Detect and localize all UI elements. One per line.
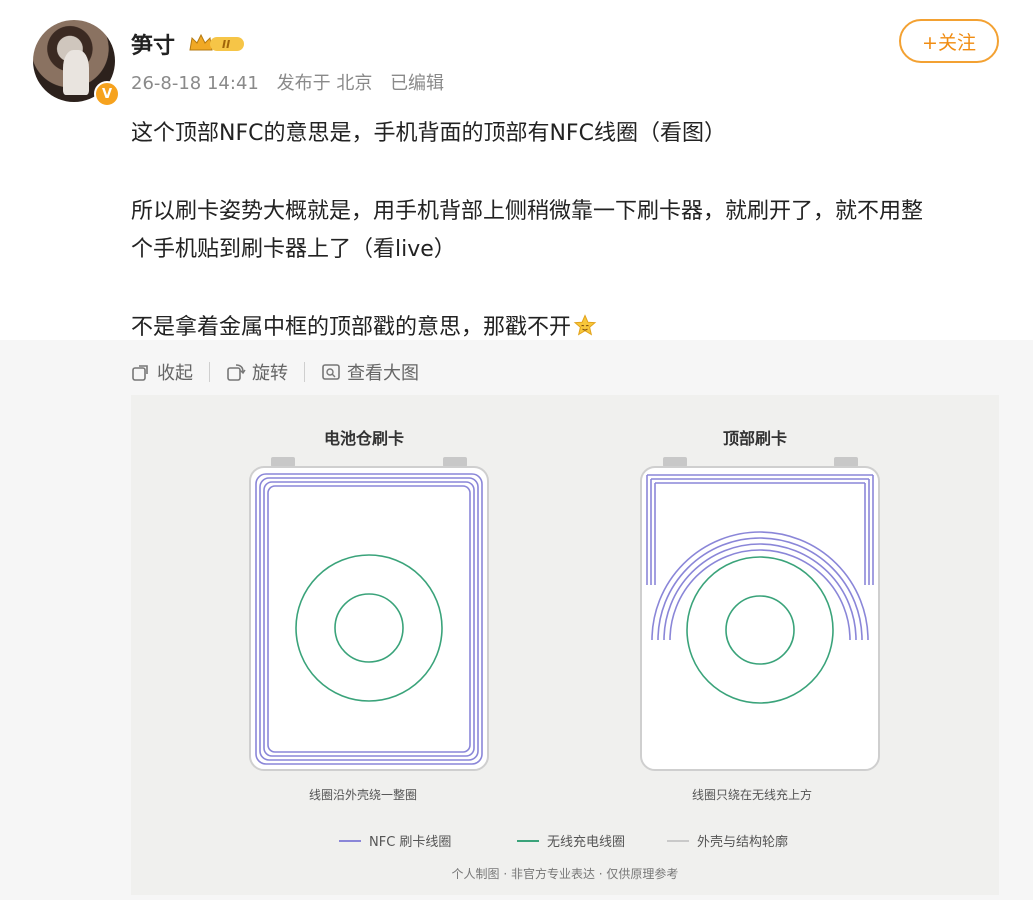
crown-level-badge-icon[interactable]: II bbox=[188, 32, 246, 54]
verified-badge-icon: V bbox=[94, 81, 120, 107]
post-time: 26-8-18 14:41 bbox=[131, 73, 259, 94]
post-text-line-4-content: 不是拿着金属中框的顶部戳的意思，那戳不开 bbox=[131, 315, 572, 340]
star-face-emoji-icon bbox=[573, 314, 597, 336]
collapse-button[interactable]: 收起 bbox=[131, 359, 209, 385]
rotate-icon bbox=[227, 364, 246, 381]
legend-nfc-label: NFC 刷卡线圈 bbox=[369, 835, 452, 850]
toolbar-divider bbox=[209, 362, 210, 382]
image-toolbar: 收起 旋转 查看大图 bbox=[131, 359, 435, 385]
nfc-coil-diagram bbox=[249, 457, 880, 771]
collapse-label: 收起 bbox=[157, 363, 193, 384]
follow-button[interactable]: +关注 bbox=[899, 19, 999, 63]
top-nfc-phone bbox=[640, 457, 880, 771]
post-text-line-2: 所以刷卡姿势大概就是，用手机背部上侧稍微靠一下刷卡器，就刷开了，就不用整 bbox=[131, 199, 924, 224]
post-text-line-4: 不是拿着金属中框的顶部戳的意思，那戳不开 bbox=[131, 309, 597, 341]
view-large-label: 查看大图 bbox=[347, 363, 419, 384]
legend-wireless: 无线充电线圈 bbox=[517, 831, 625, 850]
post-text-line-3: 个手机贴到刷卡器上了（看live） bbox=[131, 237, 456, 262]
edited-label[interactable]: 已编辑 bbox=[390, 73, 444, 94]
legend-outline-label: 外壳与结构轮廓 bbox=[697, 835, 789, 850]
rotate-button[interactable]: 旋转 bbox=[226, 359, 304, 385]
right-diagram-caption: 线圈只绕在无线充上方 bbox=[692, 788, 813, 802]
post-meta: 26-8-18 14:41 发布于 北京 已编辑 bbox=[131, 69, 456, 95]
nfc-diagram-image[interactable]: 电池仓刷卡 顶部刷卡 线圈沿外壳绕一整圈 线圈只绕在无线充上方 NFC 刷卡线圈… bbox=[131, 395, 999, 895]
legend-wireless-swatch bbox=[517, 839, 539, 842]
left-diagram-caption: 线圈沿外壳绕一整圈 bbox=[309, 788, 418, 802]
post-card: V 笋寸 II 26-8-18 14:41 发布于 北京 已编辑 +关注 这个顶… bbox=[0, 0, 1033, 340]
collapse-icon bbox=[132, 365, 148, 381]
rotate-label: 旋转 bbox=[252, 363, 288, 384]
username[interactable]: 笋寸 bbox=[131, 28, 175, 60]
toolbar-divider bbox=[304, 362, 305, 382]
battery-nfc-phone bbox=[249, 457, 489, 771]
image-gallery: 收起 旋转 查看大图 电池仓刷卡 顶部刷卡 线圈沿外壳绕一整圈 线圈只绕在无线充… bbox=[0, 340, 1033, 900]
post-location: 发布于 北京 bbox=[276, 73, 373, 94]
post-text-line-1: 这个顶部NFC的意思是，手机背面的顶部有NFC线圈（看图） bbox=[131, 121, 726, 146]
legend-wireless-label: 无线充电线圈 bbox=[547, 835, 626, 850]
figure-footnote: 个人制图 · 非官方专业表达 · 仅供原理参考 bbox=[451, 867, 679, 881]
level-badge-text: II bbox=[222, 38, 230, 51]
legend-nfc: NFC 刷卡线圈 bbox=[339, 831, 451, 850]
legend-nfc-swatch bbox=[339, 839, 361, 842]
legend-outline-swatch bbox=[667, 839, 689, 842]
view-large-icon bbox=[322, 364, 340, 380]
legend-outline: 外壳与结构轮廓 bbox=[667, 831, 788, 850]
view-large-button[interactable]: 查看大图 bbox=[321, 359, 435, 385]
